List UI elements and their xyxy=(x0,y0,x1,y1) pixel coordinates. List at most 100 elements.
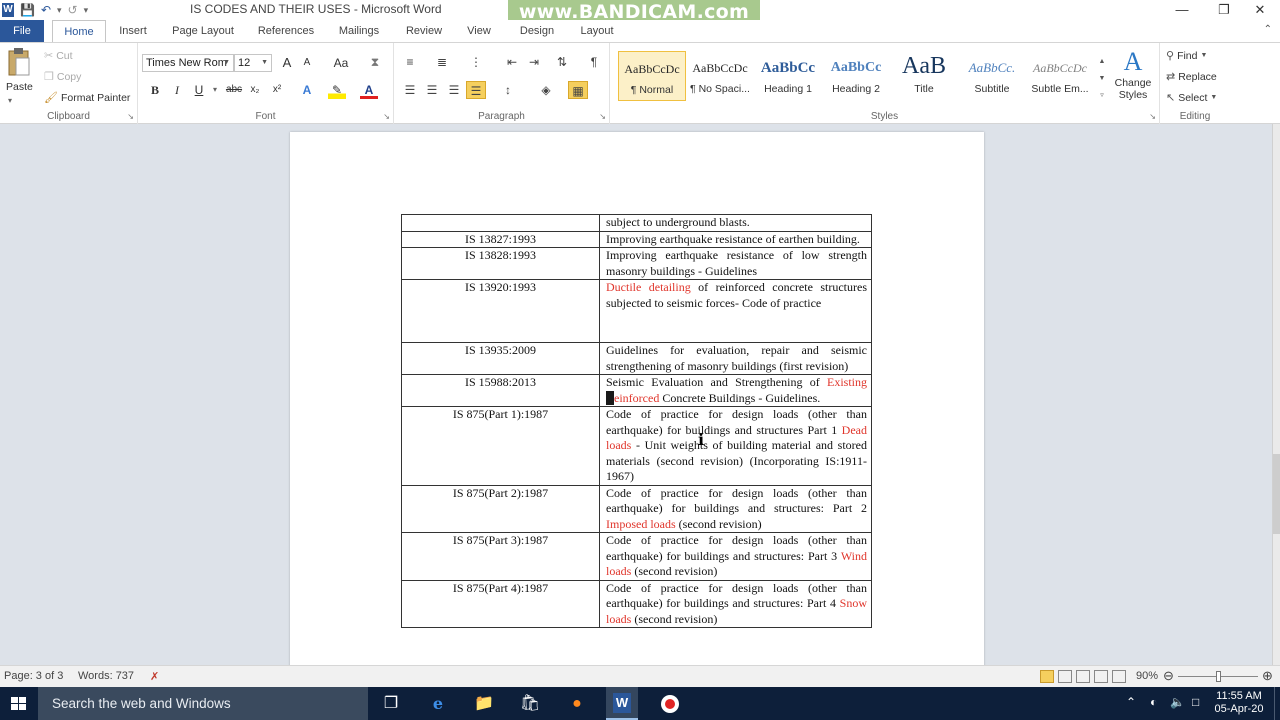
tab-review[interactable]: Review xyxy=(398,20,450,42)
highlight-icon[interactable]: ✎ xyxy=(328,81,346,99)
outline-icon[interactable] xyxy=(1094,670,1108,683)
description-cell[interactable]: Code of practice for design loads (other… xyxy=(599,532,872,581)
minimize-ribbon-icon[interactable]: ⌃ xyxy=(1264,24,1272,35)
paragraph-launcher-icon[interactable]: ↘ xyxy=(599,112,606,121)
scrollbar-thumb[interactable] xyxy=(1273,454,1280,534)
style-heading-1[interactable]: AaBbCc Heading 1 xyxy=(754,51,822,101)
bullets-icon[interactable]: ≡ xyxy=(400,53,420,71)
network-icon[interactable]: ◐ xyxy=(1150,695,1157,709)
grow-font-button[interactable]: A xyxy=(278,54,296,72)
document-page[interactable]: subject to underground blasts. IS 13827:… xyxy=(290,132,984,665)
save-icon[interactable]: 💾 xyxy=(20,3,35,17)
font-color-icon[interactable]: A xyxy=(360,81,378,99)
action-center-icon[interactable]: □ xyxy=(1192,695,1199,709)
page-count[interactable]: Page: 3 of 3 xyxy=(4,670,63,682)
tab-view[interactable]: View xyxy=(458,20,500,42)
tab-mailings[interactable]: Mailings xyxy=(330,20,388,42)
code-cell[interactable]: IS 875(Part 1):1987 xyxy=(401,406,600,486)
tab-file[interactable]: File xyxy=(0,20,44,42)
font-size-combo[interactable]: 12 ▼ xyxy=(234,54,272,72)
increase-indent-icon[interactable]: ⇥ xyxy=(524,53,544,71)
show-formatting-icon[interactable]: ¶ xyxy=(584,53,604,71)
code-cell[interactable]: IS 875(Part 2):1987 xyxy=(401,484,600,533)
full-screen-reading-icon[interactable] xyxy=(1058,670,1072,683)
change-styles-button[interactable]: A Change Styles xyxy=(1110,47,1156,109)
volume-icon[interactable]: 🔈 xyxy=(1170,695,1185,709)
select-button[interactable]: ↖ Select ▼ xyxy=(1166,91,1217,105)
undo-icon[interactable]: ↶ xyxy=(41,3,51,17)
font-launcher-icon[interactable]: ↘ xyxy=(383,112,390,121)
code-cell[interactable]: IS 875(Part 4):1987 xyxy=(401,579,600,628)
word-count[interactable]: Words: 737 xyxy=(78,670,134,682)
shading-icon[interactable]: ◈ xyxy=(536,81,556,99)
taskbar-search-box[interactable]: Search the web and Windows xyxy=(38,687,368,720)
description-cell[interactable]: Code of practice for design loads (other… xyxy=(599,579,872,628)
system-clock[interactable]: 11:55 AM 05-Apr-20 xyxy=(1214,690,1264,716)
shrink-font-button[interactable]: A xyxy=(298,54,316,72)
align-right-icon[interactable]: ☰ xyxy=(444,81,464,99)
zoom-level[interactable]: 90% xyxy=(1136,670,1158,682)
text-effects-icon[interactable]: A xyxy=(298,81,316,99)
code-cell[interactable]: IS 13920:1993 xyxy=(401,279,600,343)
redo-icon[interactable]: ↺ xyxy=(68,3,78,17)
decrease-indent-icon[interactable]: ⇤ xyxy=(502,53,522,71)
code-cell[interactable]: IS 15988:2013 xyxy=(401,374,600,407)
bold-button[interactable]: B xyxy=(146,81,164,99)
align-center-icon[interactable]: ☰ xyxy=(422,81,442,99)
task-view-icon[interactable]: ❐ xyxy=(380,693,402,715)
code-cell[interactable]: IS 13827:1993 xyxy=(401,230,600,248)
zoom-out-icon[interactable]: ⊖ xyxy=(1163,668,1174,684)
undo-dropdown-icon[interactable]: ▾ xyxy=(57,3,62,17)
change-case-button[interactable]: Aa xyxy=(330,54,352,72)
description-cell[interactable]: Code of practice for design loads (other… xyxy=(599,406,872,486)
style-no-spacing[interactable]: AaBbCcDc ¶ No Spaci... xyxy=(686,51,754,101)
justify-icon[interactable]: ☰ xyxy=(466,81,486,99)
tab-references[interactable]: References xyxy=(250,20,322,42)
store-icon[interactable]: 🛍 xyxy=(519,693,541,715)
code-cell[interactable] xyxy=(401,214,600,232)
file-explorer-icon[interactable]: 📁 xyxy=(473,693,495,715)
edge-icon[interactable]: e xyxy=(427,693,449,715)
close-icon[interactable]: ✕ xyxy=(1240,0,1280,20)
word-taskbar-button[interactable]: W xyxy=(606,687,638,720)
tab-insert[interactable]: Insert xyxy=(110,20,156,42)
paste-label[interactable]: Paste xyxy=(6,81,33,93)
styles-gallery-scroll[interactable]: ▲ ▼ ▿ xyxy=(1096,53,1108,105)
format-painter-button[interactable]: 🖌 Format Painter xyxy=(44,91,130,105)
multilevel-list-icon[interactable]: ⋮ xyxy=(466,53,486,71)
subscript-button[interactable]: x₂ xyxy=(246,81,264,99)
draft-icon[interactable] xyxy=(1112,670,1126,683)
firefox-icon[interactable]: ● xyxy=(566,693,588,715)
tab-layout[interactable]: Layout xyxy=(572,20,622,42)
line-spacing-icon[interactable]: ↕ xyxy=(498,81,518,99)
zoom-slider-knob[interactable] xyxy=(1216,671,1221,682)
clipboard-launcher-icon[interactable]: ↘ xyxy=(127,112,134,121)
restore-icon[interactable]: ❐ xyxy=(1204,0,1244,20)
paste-dropdown-icon[interactable]: ▾ xyxy=(8,96,12,105)
proofing-icon[interactable]: ✗ xyxy=(150,670,159,683)
find-button[interactable]: ⚲ Find ▼ xyxy=(1166,49,1207,63)
web-layout-icon[interactable] xyxy=(1076,670,1090,683)
style-normal[interactable]: AaBbCcDc ¶ Normal xyxy=(618,51,686,101)
italic-button[interactable]: I xyxy=(168,81,186,99)
superscript-button[interactable]: x² xyxy=(268,81,286,99)
code-cell[interactable]: IS 13935:2009 xyxy=(401,342,600,375)
description-cell[interactable]: Code of practice for design loads (other… xyxy=(599,484,872,533)
print-layout-icon[interactable] xyxy=(1040,670,1054,683)
description-cell[interactable]: Improving earthquake resistance of low s… xyxy=(599,247,872,280)
zoom-slider[interactable] xyxy=(1178,671,1258,682)
numbering-icon[interactable]: ≣ xyxy=(432,53,452,71)
cut-button[interactable]: ✂ Cut xyxy=(44,49,73,63)
start-button[interactable] xyxy=(0,687,38,720)
zoom-in-icon[interactable]: ⊕ xyxy=(1262,668,1273,684)
style-title[interactable]: AaB Title xyxy=(890,51,958,101)
code-cell[interactable]: IS 13828:1993 xyxy=(401,247,600,280)
description-cell[interactable]: Seismic Evaluation and Strengthening of … xyxy=(599,374,872,407)
strikethrough-button[interactable]: abc xyxy=(222,81,246,99)
description-cell[interactable]: Improving earthquake resistance of earth… xyxy=(599,230,872,248)
align-left-icon[interactable]: ☰ xyxy=(400,81,420,99)
code-cell[interactable]: IS 875(Part 3):1987 xyxy=(401,532,600,581)
tab-page-layout[interactable]: Page Layout xyxy=(166,20,240,42)
recorder-icon[interactable] xyxy=(659,693,681,715)
description-cell[interactable]: Ductile detailing of reinforced concrete… xyxy=(599,279,872,343)
